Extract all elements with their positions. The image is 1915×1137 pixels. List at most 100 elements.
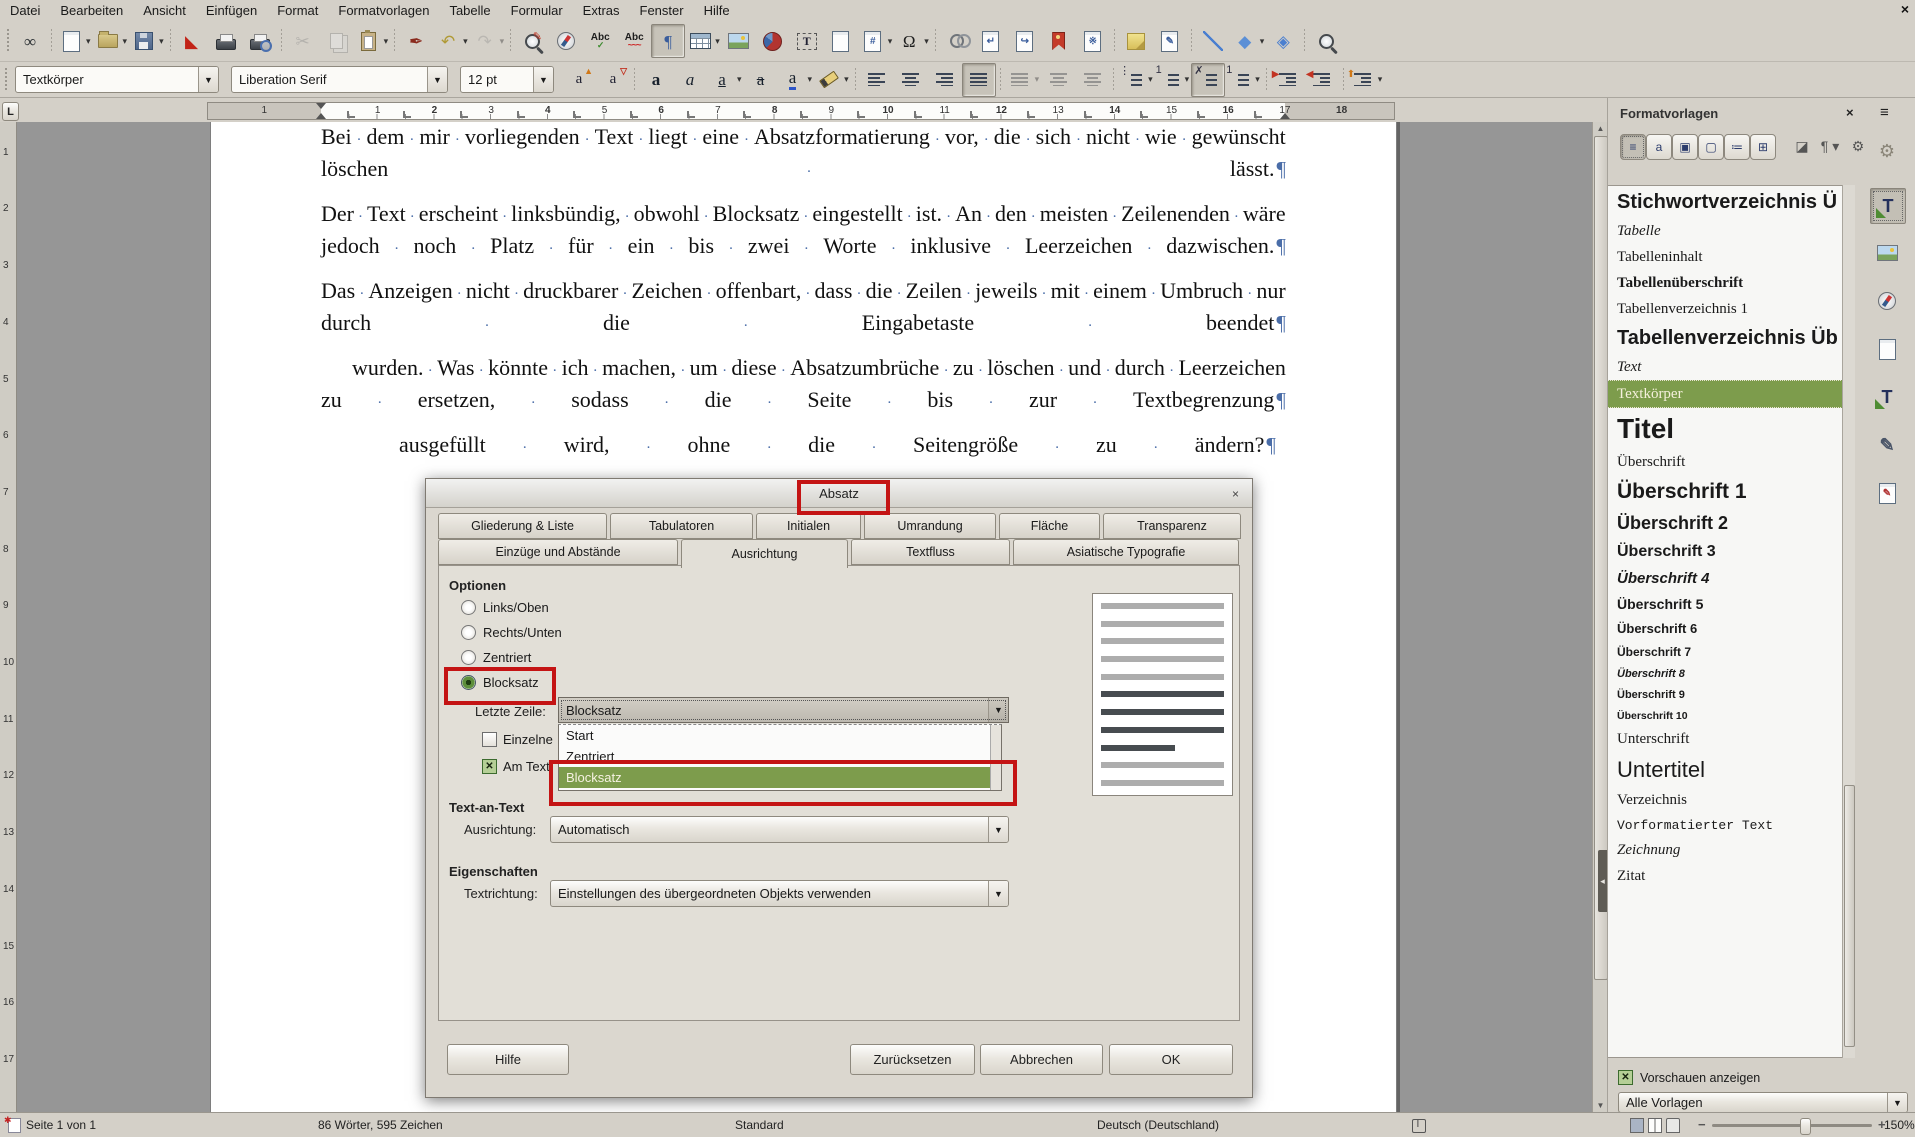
chevron-down-icon[interactable]: ▾ bbox=[924, 36, 929, 47]
insert-page-break-button[interactable] bbox=[824, 24, 858, 58]
numbered-list-button[interactable]: 1▾ bbox=[1155, 63, 1192, 97]
tab-stop-selector[interactable]: L bbox=[2, 102, 19, 121]
find-and-replace-button[interactable] bbox=[515, 24, 549, 58]
style-item-zitat[interactable]: Zitat bbox=[1608, 863, 1853, 889]
frame-styles-button[interactable]: ▣ bbox=[1672, 134, 1698, 160]
space-above-paragraph-button[interactable] bbox=[1041, 63, 1075, 97]
chevron-down-icon[interactable]: ▾ bbox=[808, 74, 813, 85]
font-size-combo[interactable]: 12 pt▼ bbox=[460, 66, 554, 93]
menu-formatvorlagen[interactable]: Formatvorlagen bbox=[328, 1, 439, 20]
strikethrough-button[interactable]: a bbox=[744, 63, 778, 97]
navigator-deck-button[interactable] bbox=[1870, 284, 1904, 318]
menu-tabelle[interactable]: Tabelle bbox=[439, 1, 500, 20]
style-item-überschrift-8[interactable]: Überschrift 8 bbox=[1608, 663, 1853, 684]
chevron-down-icon[interactable]: ▾ bbox=[384, 36, 389, 47]
accessibility-check-deck-button[interactable]: ✎ bbox=[1870, 428, 1904, 462]
insert-endnote-button[interactable]: ↪ bbox=[1008, 24, 1042, 58]
insert-line-button[interactable] bbox=[1196, 24, 1230, 58]
text-grid-checkbox[interactable]: ✕ bbox=[482, 759, 497, 774]
style-item-überschrift-4[interactable]: Überschrift 4 bbox=[1608, 565, 1853, 591]
horizontal-ruler[interactable]: 1234567891011121314151617181 bbox=[207, 102, 1395, 120]
chevron-down-icon[interactable]: ▾ bbox=[1148, 74, 1153, 85]
show-previews-row[interactable]: ✕ Vorschauen anzeigen bbox=[1618, 1070, 1760, 1085]
radio-blocksatz[interactable]: Blocksatz bbox=[461, 675, 539, 690]
chevron-down-icon[interactable]: ▾ bbox=[888, 36, 893, 47]
zoom-button[interactable] bbox=[1309, 24, 1343, 58]
style-item-text[interactable]: Text bbox=[1608, 354, 1853, 380]
styles-list-scrollbar[interactable] bbox=[1842, 185, 1855, 1058]
align-center-button[interactable] bbox=[894, 63, 928, 97]
page-style-field[interactable]: Standard bbox=[735, 1118, 784, 1132]
chevron-down-icon[interactable]: ▾ bbox=[1035, 74, 1040, 85]
chevron-down-icon[interactable]: ▾ bbox=[1378, 74, 1383, 85]
print-button[interactable] bbox=[209, 24, 243, 58]
style-item-überschrift-3[interactable]: Überschrift 3 bbox=[1608, 538, 1853, 565]
tab-asiatische-typografie[interactable]: Asiatische Typografie bbox=[1013, 539, 1239, 565]
basic-shapes-button[interactable]: ◆▾ bbox=[1230, 24, 1267, 58]
chevron-down-icon[interactable]: ▾ bbox=[737, 74, 742, 85]
space-below-paragraph-button[interactable] bbox=[1075, 63, 1109, 97]
line-spacing-button[interactable]: ▾ bbox=[1005, 63, 1042, 97]
font-name-combo[interactable]: Liberation Serif▼ bbox=[231, 66, 448, 93]
tab-tabulatoren[interactable]: Tabulatoren bbox=[610, 513, 753, 539]
dropdown-scrollbar[interactable] bbox=[990, 725, 1001, 790]
radio-links-oben[interactable]: Links/Oben bbox=[461, 600, 549, 615]
style-item-textkörper[interactable]: Textkörper bbox=[1608, 380, 1853, 408]
menu-fenster[interactable]: Fenster bbox=[630, 1, 694, 20]
menu-datei[interactable]: Datei bbox=[0, 1, 50, 20]
style-filter-dropdown[interactable]: Alle Vorlagen ▼ bbox=[1618, 1092, 1908, 1113]
book-view-icon[interactable] bbox=[1666, 1118, 1680, 1133]
text-direction-dropdown[interactable]: Einstellungen des übergeordneten Objekts… bbox=[550, 880, 1009, 907]
navigator-button[interactable] bbox=[549, 24, 583, 58]
left-indent-marker[interactable] bbox=[316, 103, 326, 109]
formatting-marks-button[interactable]: ¶ bbox=[651, 24, 685, 58]
paste-button[interactable]: ▾ bbox=[354, 24, 391, 58]
page-deck-button[interactable] bbox=[1870, 332, 1904, 366]
tab-umrandung[interactable]: Umrandung bbox=[864, 513, 996, 539]
decrease-font-size-button[interactable]: a▽ bbox=[596, 63, 630, 97]
paragraph-spacing-button[interactable]: ⬆▾ bbox=[1348, 63, 1385, 97]
chevron-down-icon[interactable]: ▾ bbox=[1185, 74, 1190, 85]
style-item-tabellenverzeichnis-1[interactable]: Tabellenverzeichnis 1 bbox=[1608, 296, 1853, 322]
dropdown-option-zentriert[interactable]: Zentriert bbox=[559, 746, 1000, 767]
style-item-überschrift-9[interactable]: Überschrift 9 bbox=[1608, 684, 1853, 705]
find-button[interactable]: ∞ bbox=[13, 24, 47, 58]
chevron-down-icon[interactable]: ▾ bbox=[159, 36, 164, 47]
style-item-stichwortverzeichnis-ü[interactable]: Stichwortverzeichnis Ü bbox=[1608, 186, 1853, 218]
style-item-überschrift-6[interactable]: Überschrift 6 bbox=[1608, 616, 1853, 640]
chevron-down-icon[interactable]: ▼ bbox=[988, 817, 1008, 842]
style-item-tabellenüberschrift[interactable]: Tabellenüberschrift bbox=[1608, 270, 1853, 296]
view-layout-icons[interactable] bbox=[1630, 1118, 1684, 1133]
chevron-down-icon[interactable]: ▾ bbox=[86, 36, 91, 47]
table-styles-button[interactable]: ⊞ bbox=[1750, 134, 1776, 160]
chevron-down-icon[interactable]: ▾ bbox=[1260, 36, 1265, 47]
text-alignment-dropdown[interactable]: Automatisch ▼ bbox=[550, 816, 1009, 843]
page-styles-button[interactable]: ▢ bbox=[1698, 134, 1724, 160]
copy-button[interactable] bbox=[320, 24, 354, 58]
menu-format[interactable]: Format bbox=[267, 1, 328, 20]
styles-deck-button[interactable]: T bbox=[1870, 188, 1906, 224]
chevron-down-icon[interactable]: ▼ bbox=[427, 67, 447, 92]
single-word-checkbox[interactable] bbox=[482, 732, 497, 747]
style-item-untertitel[interactable]: Untertitel bbox=[1608, 752, 1853, 787]
document-scrollbar[interactable]: ▲ ▼ bbox=[1592, 122, 1607, 1112]
selection-mode-icon[interactable] bbox=[1412, 1119, 1426, 1136]
insert-bookmark-button[interactable] bbox=[1042, 24, 1076, 58]
style-item-tabellenverzeichnis-üb[interactable]: Tabellenverzeichnis Üb bbox=[1608, 322, 1853, 354]
last-line-dropdown[interactable]: Blocksatz ▼ bbox=[558, 697, 1009, 723]
gallery-deck-button[interactable] bbox=[1870, 236, 1904, 270]
insert-chart-button[interactable] bbox=[756, 24, 790, 58]
word-count[interactable]: 86 Wörter, 595 Zeichen bbox=[318, 1118, 443, 1132]
paragraph-style-combo[interactable]: Textkörper▼ bbox=[15, 66, 219, 93]
insert-comment-button[interactable] bbox=[1119, 24, 1153, 58]
list-styles-button[interactable]: ≔ bbox=[1724, 134, 1750, 160]
outline-format-button[interactable]: 1▾ bbox=[1225, 63, 1262, 97]
align-right-button[interactable] bbox=[928, 63, 962, 97]
cut-button[interactable]: ✂ bbox=[286, 24, 320, 58]
chevron-down-icon[interactable]: ▼ bbox=[1887, 1093, 1907, 1112]
export-pdf-button[interactable]: ◣ bbox=[175, 24, 209, 58]
new-style-from-selection-button[interactable]: ¶ ▾ bbox=[1818, 134, 1842, 158]
style-item-überschrift-7[interactable]: Überschrift 7 bbox=[1608, 640, 1853, 663]
style-item-überschrift[interactable]: Überschrift bbox=[1608, 449, 1853, 475]
open-button[interactable]: ▾ bbox=[93, 24, 130, 58]
